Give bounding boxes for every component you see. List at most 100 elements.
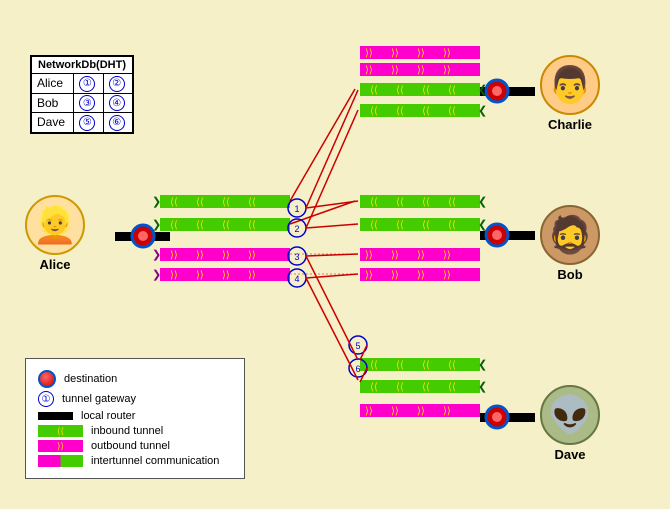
svg-text:❯: ❯ (152, 196, 161, 208)
svg-text:⟩⟩: ⟩⟩ (417, 48, 425, 59)
svg-text:⟩⟩: ⟩⟩ (196, 250, 204, 261)
svg-text:⟩⟩: ⟩⟩ (417, 406, 425, 417)
svg-text:⟨⟨: ⟨⟨ (448, 220, 456, 231)
db-bob-t1: ③ (74, 93, 103, 113)
legend-gateway: ① tunnel gateway (38, 391, 232, 407)
svg-text:⟨⟨: ⟨⟨ (448, 360, 456, 371)
svg-text:⟨⟨: ⟨⟨ (196, 220, 204, 231)
svg-text:⟨⟨: ⟨⟨ (370, 197, 378, 208)
svg-text:⟩⟩: ⟩⟩ (443, 65, 451, 76)
intertunn-icon (38, 455, 83, 467)
network-db-table: NetworkDb(DHT) Alice ① ② Bob ③ ④ Dave ⑤ (30, 55, 134, 134)
svg-text:⟩⟩: ⟩⟩ (365, 48, 373, 59)
tunnel-gateway-icon: ① (38, 391, 54, 407)
svg-text:⟩⟩: ⟩⟩ (443, 270, 451, 281)
bob-label: Bob (557, 267, 582, 282)
svg-text:⟨⟨: ⟨⟨ (248, 197, 256, 208)
svg-text:⟨⟨: ⟨⟨ (248, 220, 256, 231)
legend-inbound-label: inbound tunnel (91, 425, 163, 437)
svg-text:⟩⟩: ⟩⟩ (417, 250, 425, 261)
svg-text:⟨⟨: ⟨⟨ (370, 106, 378, 117)
svg-text:⟩⟩: ⟩⟩ (222, 250, 230, 261)
svg-text:❯: ❯ (152, 249, 161, 261)
db-title: NetworkDb(DHT) (32, 57, 133, 74)
outbound-tunnel-icon: ⟩⟩ (38, 440, 83, 452)
svg-text:⟩⟩: ⟩⟩ (170, 250, 178, 261)
svg-text:⟩⟩: ⟩⟩ (365, 406, 373, 417)
svg-text:⟩⟩: ⟩⟩ (365, 250, 373, 261)
db-alice-t1: ① (74, 74, 103, 94)
destination-icon (38, 370, 56, 388)
svg-text:⟨⟨: ⟨⟨ (370, 220, 378, 231)
svg-text:⟨⟨: ⟨⟨ (422, 197, 430, 208)
svg-text:❯: ❯ (152, 269, 161, 281)
svg-text:⟩⟩: ⟩⟩ (365, 270, 373, 281)
legend-router: local router (38, 410, 232, 422)
svg-text:⟨⟨: ⟨⟨ (396, 220, 404, 231)
svg-text:⟨⟨: ⟨⟨ (396, 197, 404, 208)
legend-gateway-label: tunnel gateway (62, 393, 136, 405)
svg-text:5: 5 (355, 341, 360, 351)
svg-text:⟨⟨: ⟨⟨ (396, 382, 404, 393)
svg-text:⟨⟨: ⟨⟨ (170, 220, 178, 231)
legend-panel: destination ① tunnel gateway local route… (25, 358, 245, 479)
svg-text:⟨⟨: ⟨⟨ (448, 85, 456, 96)
svg-text:⟩⟩: ⟩⟩ (196, 270, 204, 281)
svg-text:⟩⟩: ⟩⟩ (222, 270, 230, 281)
legend-router-label: local router (81, 410, 135, 422)
svg-text:⟨⟨: ⟨⟨ (396, 360, 404, 371)
svg-text:⟨⟨: ⟨⟨ (422, 220, 430, 231)
svg-text:⟩⟩: ⟩⟩ (391, 48, 399, 59)
svg-text:⟨⟨: ⟨⟨ (396, 106, 404, 117)
svg-text:⟩⟩: ⟩⟩ (443, 406, 451, 417)
svg-text:⟩⟩: ⟩⟩ (365, 65, 373, 76)
svg-text:⟨⟨: ⟨⟨ (422, 85, 430, 96)
db-bob-name: Bob (32, 93, 74, 113)
svg-text:⟩⟩: ⟩⟩ (391, 250, 399, 261)
svg-text:⟨⟨: ⟨⟨ (370, 85, 378, 96)
svg-text:3: 3 (294, 252, 299, 262)
svg-text:⟨⟨: ⟨⟨ (422, 106, 430, 117)
svg-text:⟨⟨: ⟨⟨ (448, 197, 456, 208)
legend-inbound: ⟨⟨ inbound tunnel (38, 425, 232, 437)
svg-text:⟩⟩: ⟩⟩ (248, 250, 256, 261)
svg-text:⟩⟩: ⟩⟩ (170, 270, 178, 281)
svg-text:⟨⟨: ⟨⟨ (370, 360, 378, 371)
svg-text:⟨⟨: ⟨⟨ (448, 382, 456, 393)
svg-text:⟨⟨: ⟨⟨ (370, 382, 378, 393)
svg-text:⟨⟨: ⟨⟨ (170, 197, 178, 208)
svg-text:1: 1 (294, 204, 299, 214)
svg-text:⟩⟩: ⟩⟩ (391, 65, 399, 76)
db-dave-t2: ⑥ (103, 113, 132, 133)
db-dave-t1: ⑤ (74, 113, 103, 133)
legend-intertunn: intertunnel communication (38, 455, 232, 467)
legend-destination-label: destination (64, 373, 117, 385)
alice-character: 👱 Alice (25, 195, 85, 272)
svg-text:2: 2 (294, 224, 299, 234)
alice-label: Alice (39, 257, 70, 272)
svg-text:⟩⟩: ⟩⟩ (417, 270, 425, 281)
legend-outbound-label: outbound tunnel (91, 440, 170, 452)
svg-text:❮: ❮ (478, 219, 487, 231)
svg-text:6: 6 (355, 364, 360, 374)
svg-text:⟩⟩: ⟩⟩ (248, 270, 256, 281)
svg-text:⟩⟩: ⟩⟩ (391, 270, 399, 281)
svg-text:⟩⟩: ⟩⟩ (391, 406, 399, 417)
dave-character: 👽 Dave (540, 385, 600, 462)
svg-text:⟨⟨: ⟨⟨ (448, 106, 456, 117)
svg-text:⟩⟩: ⟩⟩ (417, 65, 425, 76)
inbound-tunnel-icon: ⟨⟨ (38, 425, 83, 437)
legend-outbound: ⟩⟩ outbound tunnel (38, 440, 232, 452)
charlie-character: 👨 Charlie (540, 55, 600, 132)
legend-destination: destination (38, 370, 232, 388)
dave-label: Dave (554, 447, 585, 462)
db-alice-name: Alice (32, 74, 74, 94)
db-alice-t2: ② (103, 74, 132, 94)
svg-text:❮: ❮ (478, 196, 487, 208)
db-dave-name: Dave (32, 113, 74, 133)
db-bob-t2: ④ (103, 93, 132, 113)
svg-text:⟨⟨: ⟨⟨ (422, 382, 430, 393)
svg-text:❮: ❮ (478, 359, 487, 371)
local-router-icon (38, 412, 73, 420)
bob-character: 🧔 Bob (540, 205, 600, 282)
